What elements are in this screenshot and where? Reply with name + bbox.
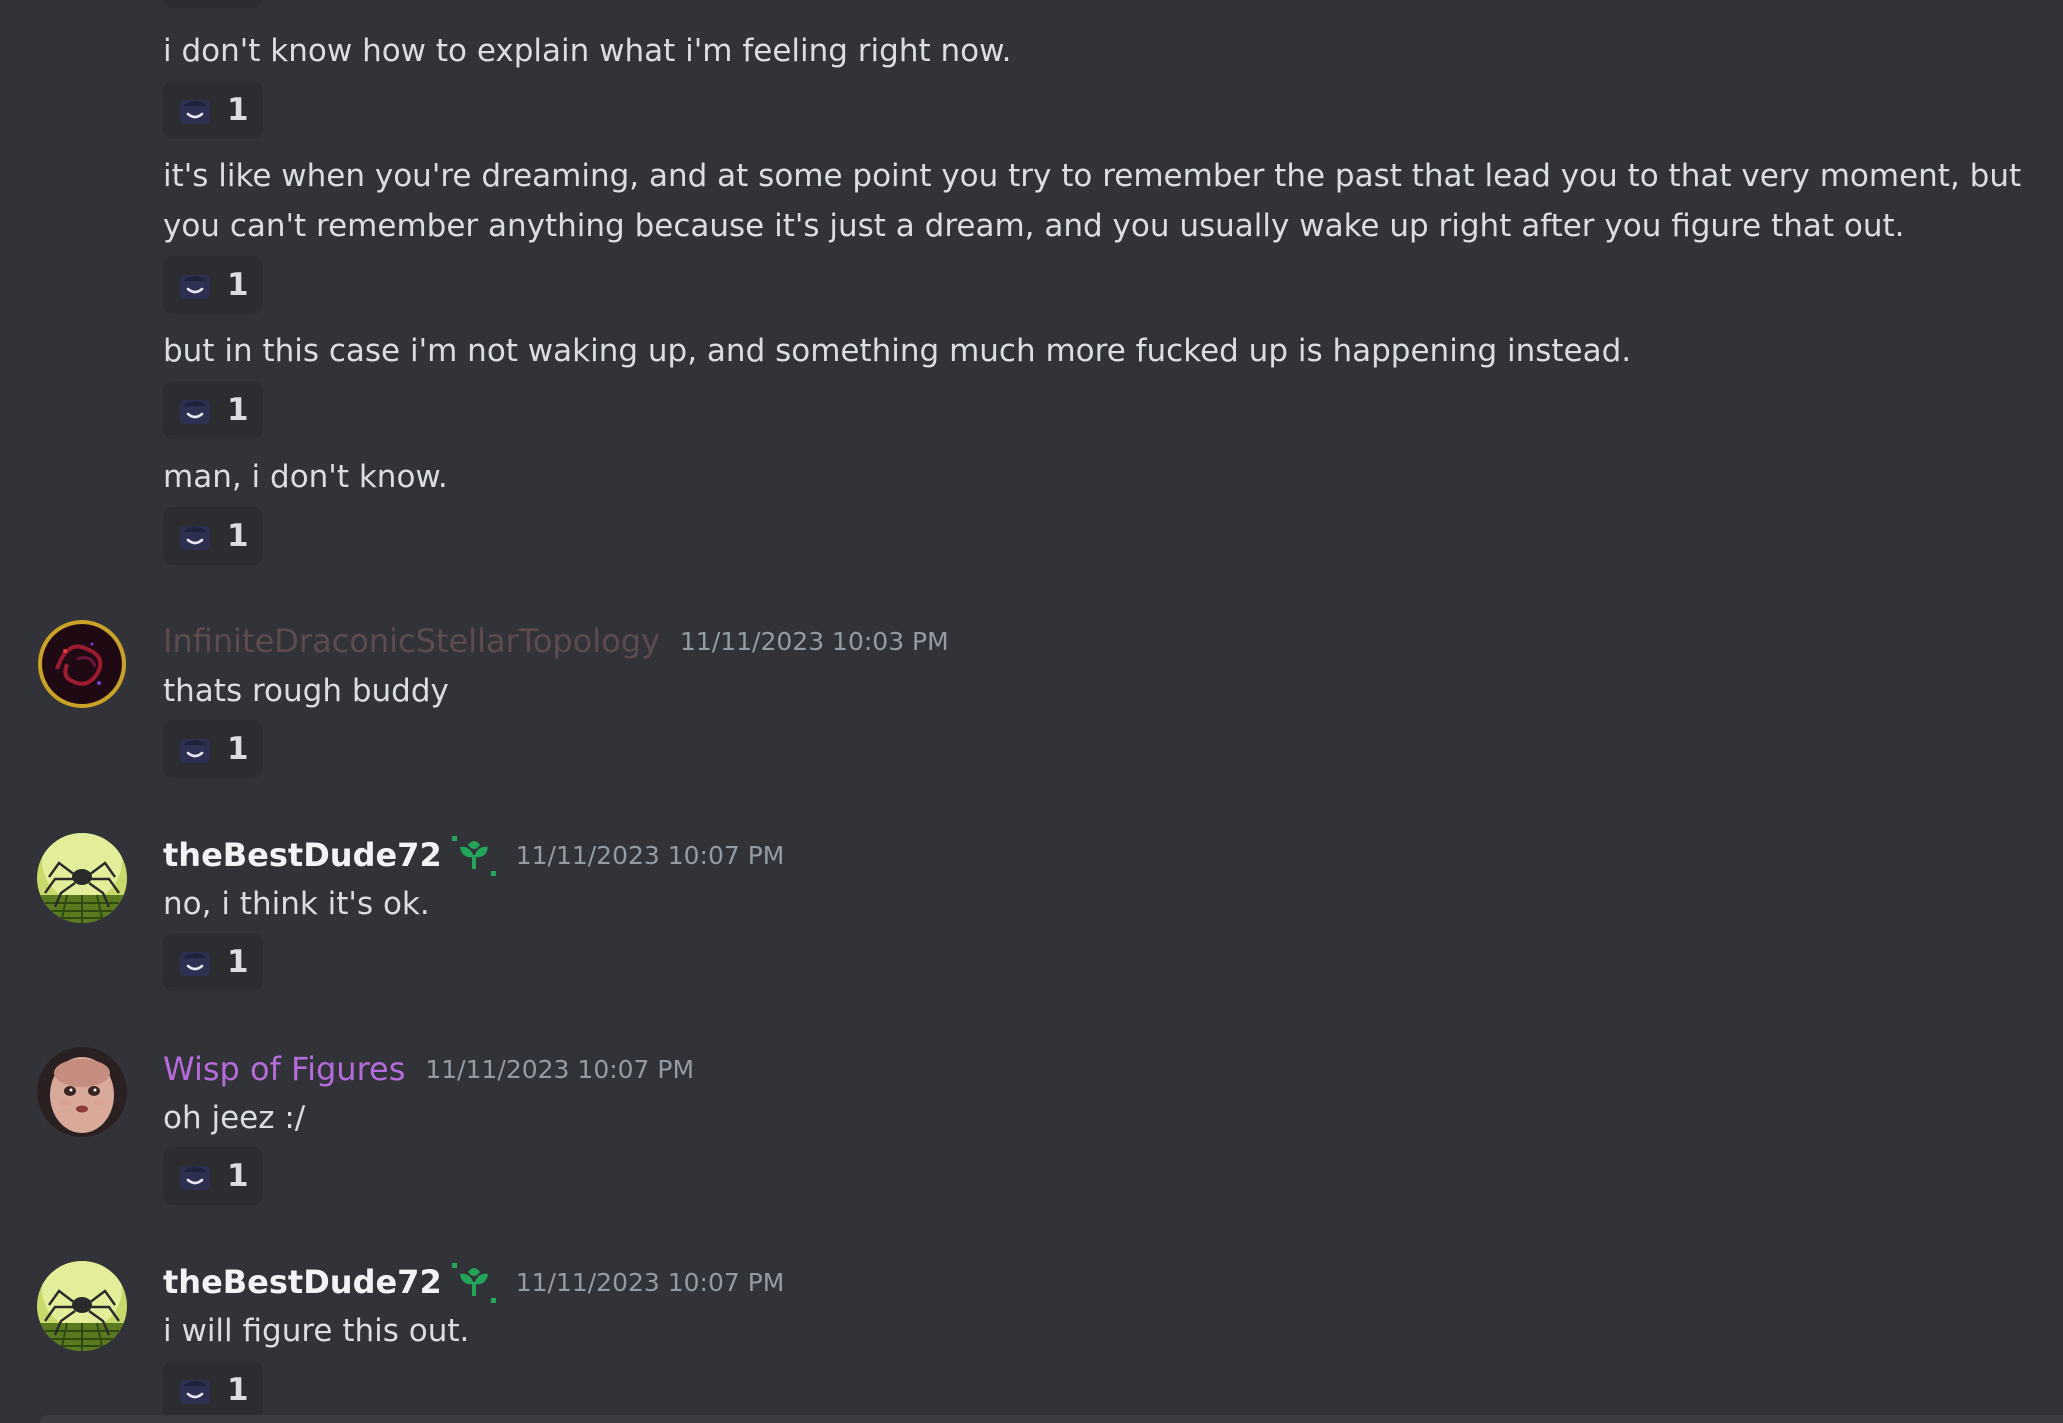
spider-maze-avatar-icon [37, 1261, 127, 1351]
message-text: thats rough buddy [163, 673, 449, 709]
avatar[interactable] [37, 619, 127, 709]
reaction-pill[interactable]: 1 [163, 256, 263, 314]
reaction-pill[interactable]: 1 [163, 81, 263, 139]
sleeping-face-icon [177, 944, 213, 980]
timestamp[interactable]: 11/11/2023 10:03 PM [680, 627, 949, 656]
username[interactable]: theBestDude72 [163, 1263, 442, 1301]
reaction-count: 1 [227, 1372, 249, 1408]
message-header: theBestDude72 11/11/2023 10:07 PM [163, 1257, 784, 1307]
reaction-count: 1 [227, 731, 249, 767]
sleeping-face-icon [177, 518, 213, 554]
reaction-count: 1 [227, 1158, 249, 1194]
message-header: Wisp of Figures 11/11/2023 10:07 PM [163, 1044, 694, 1094]
message-input-edge [40, 1415, 2063, 1423]
message-text: oh jeez :/ [163, 1100, 306, 1136]
sleeping-face-icon [177, 1372, 213, 1408]
timestamp[interactable]: 11/11/2023 10:07 PM [516, 1268, 785, 1297]
message-text: i will figure this out. [163, 1313, 470, 1349]
reaction-count: 1 [227, 944, 249, 980]
reaction-count: 1 [227, 518, 249, 554]
message-text: i don't know how to explain what i'm fee… [163, 33, 1012, 69]
sleeping-face-icon [177, 267, 213, 303]
doll-face-avatar-icon [37, 1047, 127, 1137]
sprout-icon[interactable] [452, 833, 496, 877]
message-header: theBestDude72 11/11/2023 10:07 PM [163, 830, 784, 880]
timestamp[interactable]: 11/11/2023 10:07 PM [516, 841, 785, 870]
reaction-count: 1 [227, 392, 249, 428]
avatar[interactable] [37, 1261, 127, 1351]
message-text: but in this case i'm not waking up, and … [163, 333, 1632, 369]
sleeping-face-icon [177, 1158, 213, 1194]
previous-reaction-pill[interactable] [163, 0, 263, 8]
reaction-pill[interactable]: 1 [163, 381, 263, 439]
sleeping-face-icon [177, 392, 213, 428]
message-text: it's like when you're dreaming, and at s… [163, 158, 2022, 244]
username[interactable]: InfiniteDraconicStellarTopology [163, 622, 660, 660]
reaction-pill[interactable]: 1 [163, 1361, 263, 1419]
sleeping-face-icon [177, 731, 213, 767]
avatar[interactable] [37, 1047, 127, 1137]
message-text: man, i don't know. [163, 459, 448, 495]
message-text: no, i think it's ok. [163, 886, 430, 922]
username[interactable]: theBestDude72 [163, 836, 442, 874]
spider-maze-avatar-icon [37, 833, 127, 923]
reaction-count: 1 [227, 92, 249, 128]
timestamp[interactable]: 11/11/2023 10:07 PM [425, 1055, 694, 1084]
reaction-pill[interactable]: 1 [163, 933, 263, 991]
reaction-count: 1 [227, 267, 249, 303]
message-header: InfiniteDraconicStellarTopology 11/11/20… [163, 616, 949, 666]
reaction-pill[interactable]: 1 [163, 720, 263, 778]
red-dragon-avatar-icon [37, 619, 127, 709]
sleeping-face-icon [177, 92, 213, 128]
avatar[interactable] [37, 833, 127, 923]
sprout-icon[interactable] [452, 1260, 496, 1304]
reaction-pill[interactable]: 1 [163, 507, 263, 565]
username[interactable]: Wisp of Figures [163, 1050, 405, 1088]
reaction-pill[interactable]: 1 [163, 1147, 263, 1205]
